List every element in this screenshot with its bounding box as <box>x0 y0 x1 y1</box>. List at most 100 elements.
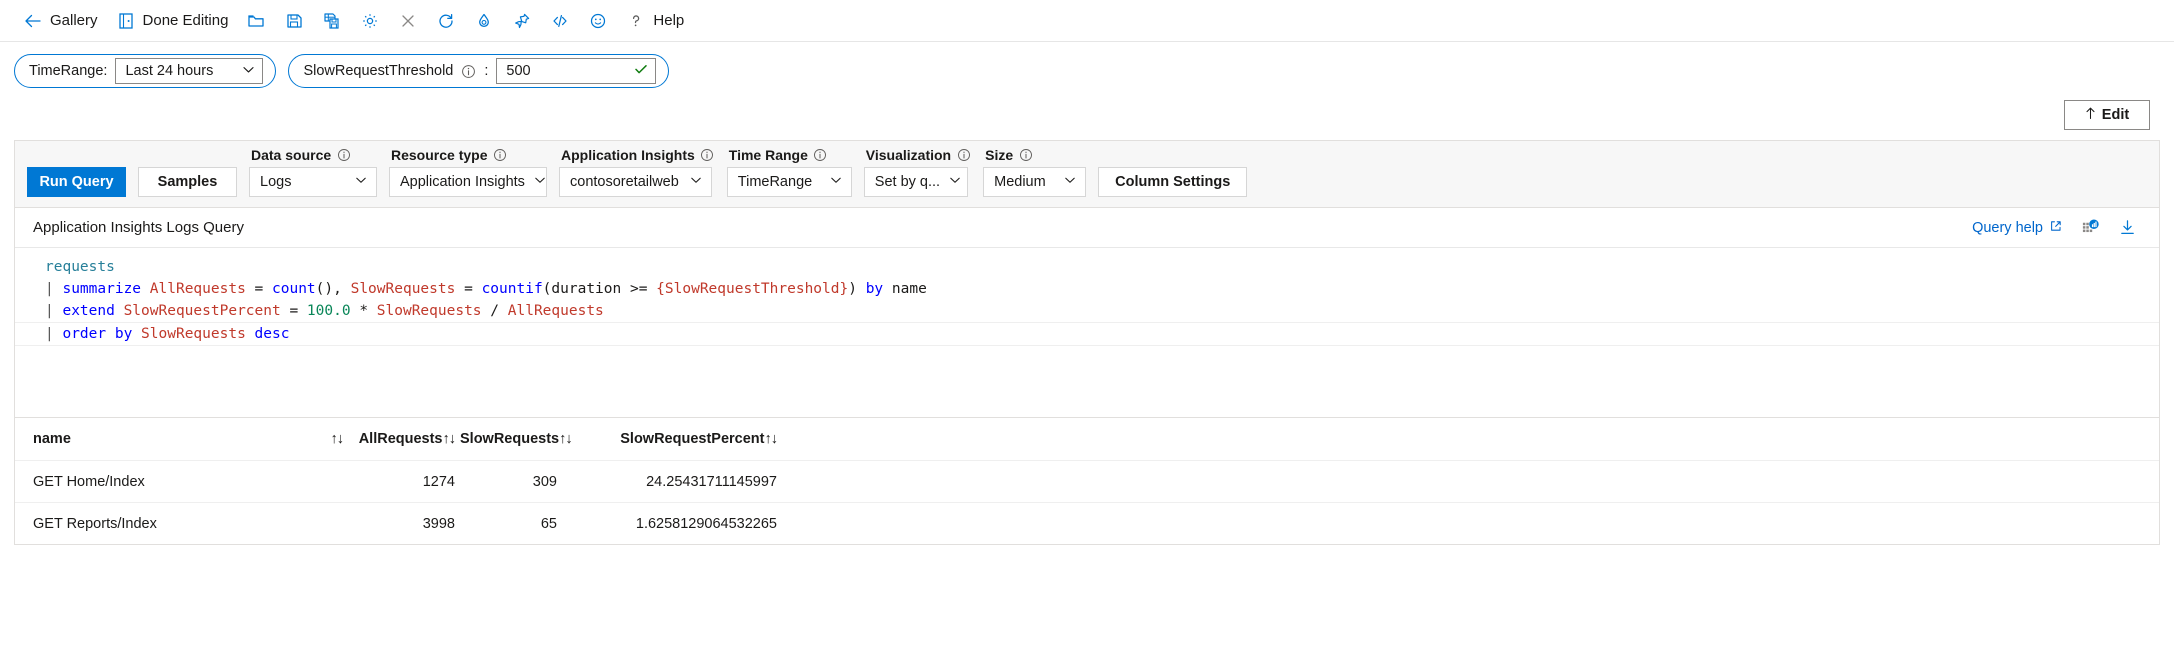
sort-toggle-all-requests[interactable]: ↑↓ <box>443 431 456 447</box>
save-icon <box>284 11 304 31</box>
sort-toggle-name[interactable]: ↑↓ <box>331 431 344 447</box>
code-line-1: requests <box>45 259 115 275</box>
refresh-icon <box>436 11 456 31</box>
chevron-down-icon <box>241 62 256 81</box>
results-header-row: name ↑↓ AllRequests ↑↓ SlowRequests ↑↓ S… <box>15 418 2159 460</box>
toolbar-item-gallery[interactable]: Gallery <box>14 5 107 37</box>
column-header-all-requests-label: AllRequests <box>358 431 443 447</box>
toolbar-item-close[interactable] <box>389 5 427 37</box>
field-size: Size Medium <box>983 147 1087 197</box>
data-source-label: Data source <box>251 147 332 163</box>
timerange-select[interactable]: Last 24 hours <box>115 58 264 84</box>
toolbar-item-code[interactable] <box>541 5 579 37</box>
samples-group: Samples <box>138 167 237 197</box>
application-insights-label-wrap: Application Insights <box>559 147 715 163</box>
toolbar-item-help[interactable]: Help <box>617 5 693 37</box>
results-grid: name ↑↓ AllRequests ↑↓ SlowRequests ↑↓ S… <box>15 417 2159 544</box>
info-icon[interactable] <box>700 148 715 163</box>
save-as-icon <box>322 11 342 31</box>
edit-row: Edit <box>0 88 2174 130</box>
edit-button[interactable]: Edit <box>2064 100 2150 130</box>
column-settings-group: Column Settings <box>1098 167 1248 197</box>
time-range-select[interactable]: TimeRange <box>726 167 852 197</box>
column-header-slow-request-percent-label: SlowRequestPercent <box>620 431 765 447</box>
chevron-down-icon <box>533 173 547 191</box>
table-row[interactable]: GET Home/Index 1274 309 24.2543171114599… <box>15 460 2159 502</box>
toolbar-item-save[interactable] <box>275 5 313 37</box>
privacy-icon <box>474 11 494 31</box>
open-folder-icon <box>246 11 266 31</box>
table-row[interactable]: GET Reports/Index 3998 65 1.625812906453… <box>15 502 2159 544</box>
info-icon[interactable] <box>813 148 828 163</box>
run-query-button[interactable]: Run Query <box>27 167 126 197</box>
query-help-link[interactable]: Query help <box>1972 219 2063 237</box>
chevron-down-icon <box>689 173 703 191</box>
toolbar-item-privacy[interactable] <box>465 5 503 37</box>
info-icon[interactable] <box>492 148 507 163</box>
sample-data-icon[interactable] <box>2081 218 2100 237</box>
application-insights-value: contosoretailweb <box>570 174 679 190</box>
column-header-slow-requests[interactable]: SlowRequests ↑↓ <box>455 431 573 447</box>
help-question-icon <box>626 11 646 31</box>
query-header: Application Insights Logs Query Query he… <box>15 208 2159 247</box>
cell-all-requests: 1274 <box>422 473 455 490</box>
column-header-all-requests[interactable]: AllRequests ↑↓ <box>353 431 456 447</box>
slowrequestthreshold-value: 500 <box>506 63 531 79</box>
parameter-slowrequestthreshold-label: SlowRequestThreshold <box>303 63 454 79</box>
resource-type-value: Application Insights <box>400 174 525 190</box>
size-value: Medium <box>994 174 1046 190</box>
cell-slow-request-percent: 24.25431711145997 <box>646 473 777 490</box>
column-header-name[interactable]: name ↑↓ <box>33 431 353 447</box>
column-header-slow-request-percent[interactable]: SlowRequestPercent ↑↓ <box>557 431 778 447</box>
query-title: Application Insights Logs Query <box>33 219 244 236</box>
close-x-icon <box>398 11 418 31</box>
info-icon[interactable] <box>461 64 476 79</box>
toolbar-label-help: Help <box>653 12 685 29</box>
size-label-wrap: Size <box>983 147 1086 163</box>
kql-query-editor[interactable]: requests | summarize AllRequests = count… <box>15 247 2159 417</box>
size-select[interactable]: Medium <box>983 167 1087 197</box>
toolbar-item-settings[interactable] <box>351 5 389 37</box>
info-icon[interactable] <box>956 148 971 163</box>
code-line-3: | extend SlowRequestPercent = 100.0 * Sl… <box>45 303 604 319</box>
column-settings-button[interactable]: Column Settings <box>1098 167 1248 197</box>
toolbar-label-gallery: Gallery <box>50 12 98 29</box>
query-help-label: Query help <box>1972 219 2043 236</box>
data-source-value: Logs <box>260 174 292 190</box>
toolbar-item-save-as[interactable] <box>313 5 351 37</box>
info-icon[interactable] <box>336 148 351 163</box>
field-application-insights: Application Insights contosoretailweb <box>559 147 715 197</box>
parameter-separator: : <box>484 63 489 79</box>
toolbar-item-done-editing[interactable]: Done Editing <box>107 5 238 37</box>
download-icon[interactable] <box>2118 218 2137 237</box>
time-range-value: TimeRange <box>737 174 813 190</box>
data-source-select[interactable]: Logs <box>249 167 377 197</box>
cell-name: GET Reports/Index <box>33 515 157 532</box>
code-line-4: | order by SlowRequests desc <box>15 322 2159 346</box>
samples-button[interactable]: Samples <box>138 167 237 197</box>
toolbar-item-open[interactable] <box>237 5 275 37</box>
application-insights-label: Application Insights <box>561 147 695 163</box>
cell-slow-requests: 65 <box>540 515 557 532</box>
code-line-2: | summarize AllRequests = count(), SlowR… <box>45 281 927 297</box>
sort-toggle-slow-request-percent[interactable]: ↑↓ <box>765 431 778 447</box>
application-insights-select[interactable]: contosoretailweb <box>559 167 712 197</box>
feedback-smiley-icon <box>588 11 608 31</box>
resource-type-label-wrap: Resource type <box>389 147 547 163</box>
resource-type-select[interactable]: Application Insights <box>389 167 547 197</box>
column-header-name-label: name <box>33 431 71 447</box>
chevron-down-icon <box>948 173 962 191</box>
toolbar-item-pin[interactable] <box>503 5 541 37</box>
toolbar-item-refresh[interactable] <box>427 5 465 37</box>
resource-type-label: Resource type <box>391 147 488 163</box>
visualization-label-wrap: Visualization <box>864 147 971 163</box>
visualization-select[interactable]: Set by q... <box>863 167 968 197</box>
query-header-actions: Query help <box>1972 218 2137 237</box>
data-source-label-wrap: Data source <box>249 147 377 163</box>
field-resource-type: Resource type Application Insights <box>389 147 547 197</box>
field-data-source: Data source Logs <box>249 147 377 197</box>
info-icon[interactable] <box>1018 148 1033 163</box>
slowrequestthreshold-input[interactable]: 500 <box>496 58 657 84</box>
query-card: Run Query Samples Data source Logs Resou… <box>14 140 2160 545</box>
toolbar-item-feedback[interactable] <box>579 5 617 37</box>
